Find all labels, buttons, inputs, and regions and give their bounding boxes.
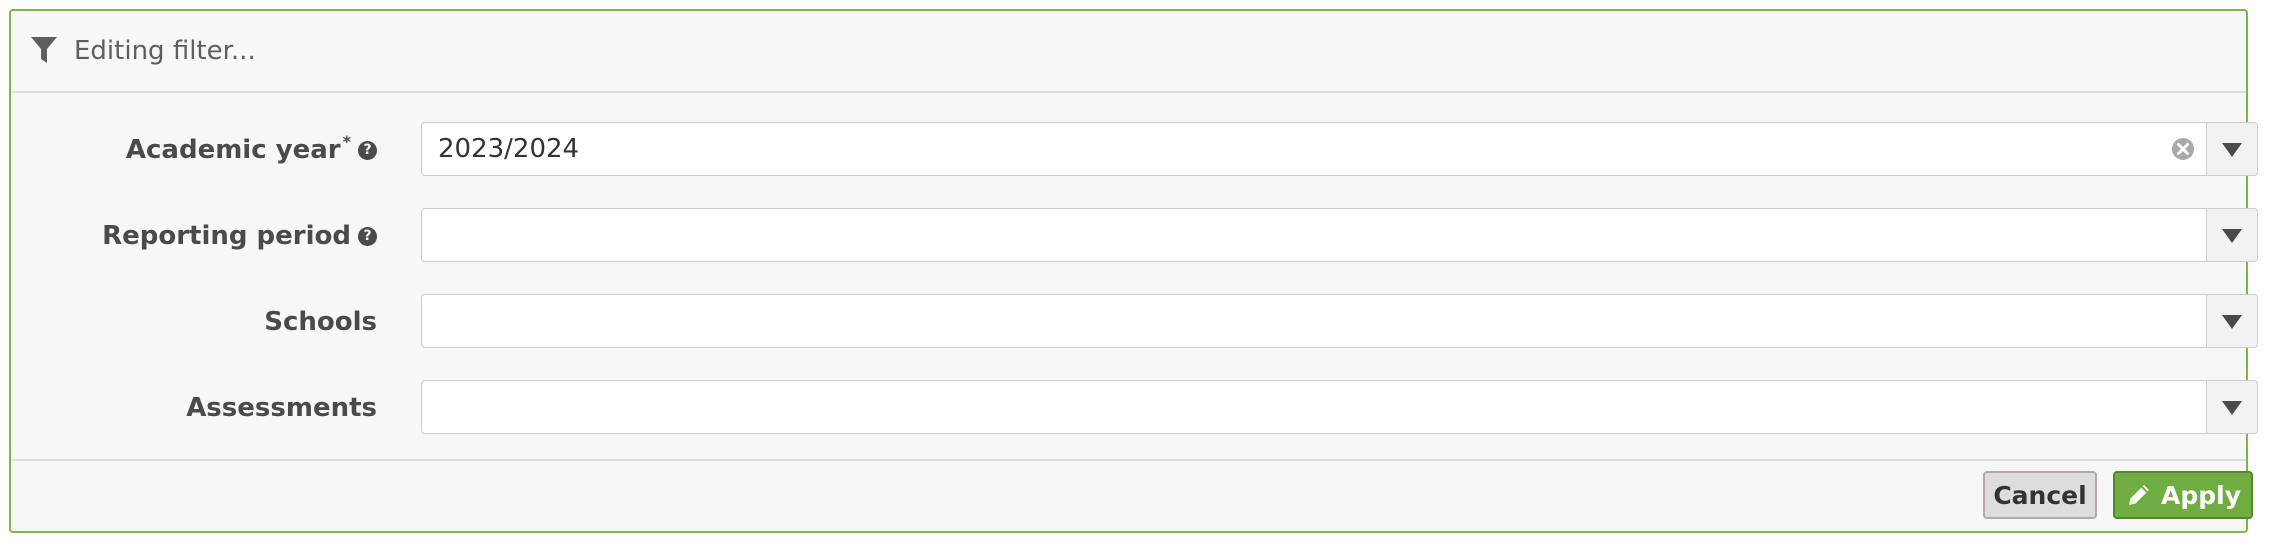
assessments-label-text: Assessments [186,393,377,423]
reporting-period-label: Reporting period ? [102,208,377,264]
academic-year-label: Academic year * ? [126,122,377,178]
apply-button-label: Apply [2160,480,2241,510]
reporting-period-row: Reporting period ? [11,208,2258,264]
assessments-select[interactable] [421,380,2258,434]
caret-down-icon [2222,315,2242,329]
caret-down-icon [2222,143,2242,157]
academic-year-value: 2023/2024 [438,134,580,164]
cancel-button-label: Cancel [1993,480,2087,510]
filter-panel: Editing filter... Academic year * ? 2023/… [9,9,2258,533]
schools-label-text: Schools [264,307,377,337]
academic-year-row: Academic year * ? 2023/2024 [11,122,2258,178]
caret-down-icon [2222,229,2242,243]
help-icon[interactable]: ? [358,140,377,160]
caret-down-icon [2222,401,2242,415]
reporting-period-select[interactable] [421,208,2258,262]
assessments-label: Assessments [186,380,377,436]
assessments-row: Assessments [11,380,2258,436]
required-mark: * [342,131,351,151]
reporting-period-label-text: Reporting period [102,221,351,251]
panel-header: Editing filter... [11,11,2246,93]
academic-year-label-text: Academic year [125,135,341,165]
assessments-dropdown-button[interactable] [2206,381,2257,433]
academic-year-dropdown-button[interactable] [2206,123,2257,175]
academic-year-select[interactable]: 2023/2024 [421,122,2258,176]
filter-icon [31,37,57,63]
schools-row: Schools [11,294,2258,350]
panel-footer: Cancel Apply [11,459,2253,531]
schools-select[interactable] [421,294,2258,348]
cancel-button[interactable]: Cancel [1983,471,2097,519]
reporting-period-dropdown-button[interactable] [2206,209,2257,261]
apply-button[interactable]: Apply [2113,471,2253,519]
help-icon[interactable]: ? [358,226,377,246]
panel-title: Editing filter... [74,36,256,66]
clear-icon[interactable] [2171,137,2195,161]
pencil-icon [2128,485,2149,505]
schools-label: Schools [264,294,377,350]
schools-dropdown-button[interactable] [2206,295,2257,347]
